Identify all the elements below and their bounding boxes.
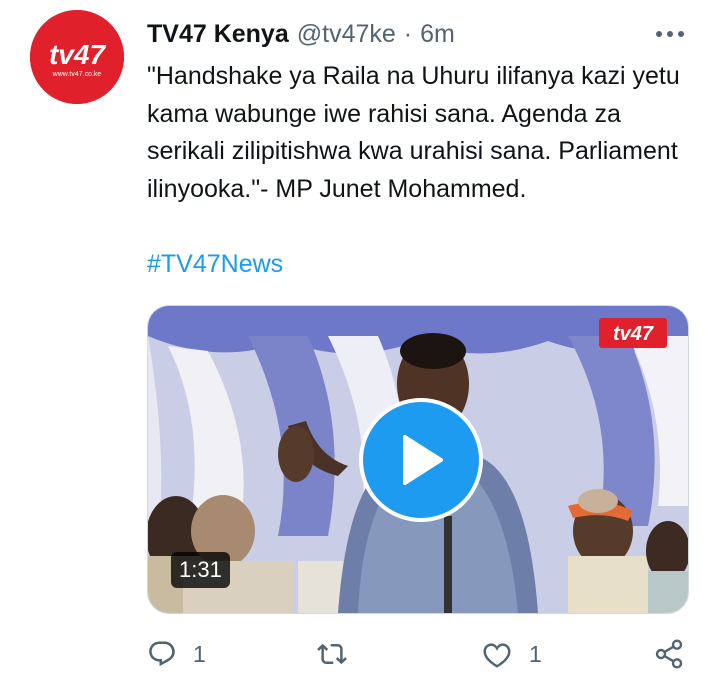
video-duration: 1:31	[171, 552, 230, 588]
action-bar: 1 1	[147, 636, 692, 672]
like-button[interactable]: 1	[481, 636, 542, 672]
share-icon	[655, 639, 683, 669]
hashtag-link[interactable]: #TV47News	[147, 246, 283, 283]
video-player[interactable]: tv47 1:31	[147, 305, 689, 614]
retweet-button[interactable]	[315, 636, 365, 672]
retweet-icon	[317, 643, 347, 665]
tv47-watermark: tv47	[599, 318, 667, 348]
like-count: 1	[529, 640, 542, 667]
reply-icon	[149, 641, 175, 667]
reply-button[interactable]: 1	[147, 636, 206, 672]
separator: ·	[403, 19, 413, 48]
avatar[interactable]: tv47 www.tv47.co.ke	[30, 10, 124, 104]
reply-count: 1	[193, 640, 206, 667]
author-name[interactable]: TV47 Kenya	[147, 20, 289, 49]
avatar-site-text: www.tv47.co.ke	[52, 71, 102, 78]
more-button[interactable]	[650, 20, 690, 48]
watermark-text: tv47	[613, 323, 654, 345]
share-button[interactable]	[653, 636, 685, 672]
tweet-text: "Handshake ya Raila na Uhuru ilifanya ka…	[147, 62, 680, 203]
play-icon	[403, 435, 443, 485]
more-icon	[656, 31, 684, 37]
tv47-logo: tv47 www.tv47.co.ke	[30, 10, 124, 104]
author-handle[interactable]: @tv47ke	[297, 20, 396, 49]
tweet-header: TV47 Kenya @tv47ke · 6m	[147, 14, 455, 54]
like-icon	[483, 643, 511, 668]
play-button[interactable]	[359, 398, 483, 522]
timestamp[interactable]: 6m	[420, 20, 455, 49]
avatar-logo-text: tv47	[49, 39, 106, 70]
